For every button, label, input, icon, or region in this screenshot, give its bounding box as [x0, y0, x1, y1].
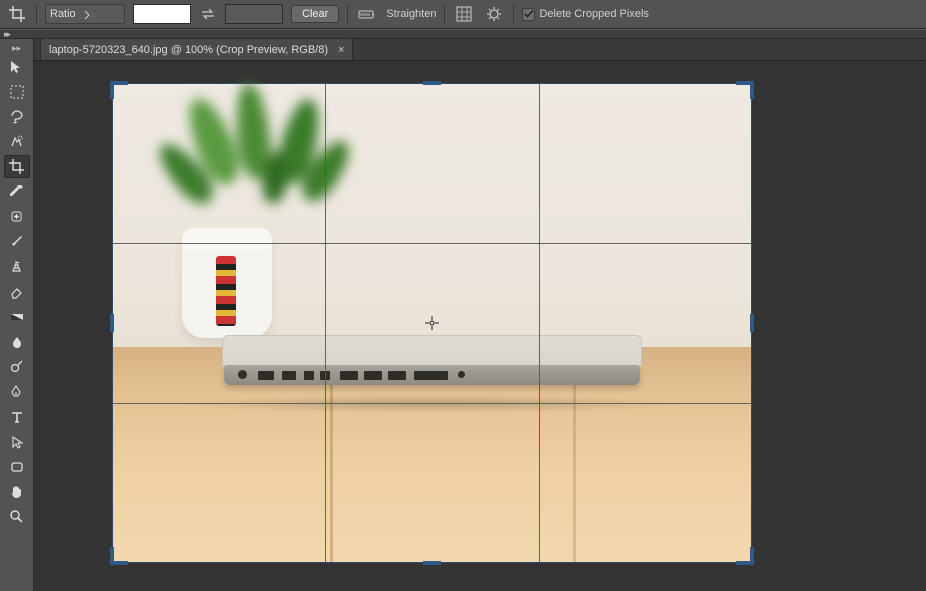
lasso-tool[interactable]	[4, 105, 30, 128]
workspace: ▸▸ laptop-5720323_640.jpg @ 1	[0, 39, 926, 591]
document-tab-bar: laptop-5720323_640.jpg @ 100% (Crop Prev…	[34, 39, 926, 61]
path-select-tool[interactable]	[4, 430, 30, 453]
separator	[444, 4, 445, 24]
pen-tool[interactable]	[4, 380, 30, 403]
marquee-tool[interactable]	[4, 80, 30, 103]
document-tab[interactable]: laptop-5720323_640.jpg @ 100% (Crop Prev…	[40, 38, 353, 60]
straighten-label: Straighten	[386, 8, 436, 20]
image-canvas	[112, 83, 752, 563]
shape-tool[interactable]	[4, 455, 30, 478]
document-tab-title: laptop-5720323_640.jpg @ 100% (Crop Prev…	[49, 44, 328, 56]
crop-width-input[interactable]	[133, 4, 191, 24]
move-tool[interactable]	[4, 55, 30, 78]
separator	[513, 4, 514, 24]
crop-tool-indicator	[6, 3, 28, 25]
clear-button[interactable]: Clear	[291, 5, 339, 23]
separator	[36, 4, 37, 24]
tools-panel: ▸▸	[0, 39, 34, 591]
tools-expand-button[interactable]: ▸▸	[0, 43, 33, 53]
document-area: laptop-5720323_640.jpg @ 100% (Crop Prev…	[34, 39, 926, 591]
separator	[347, 4, 348, 24]
options-bar: Ratio Clear Straighten Delet	[0, 0, 926, 29]
crop-height-input[interactable]	[225, 4, 283, 24]
crop-preset-label: Ratio	[50, 8, 76, 20]
crop-options-button[interactable]	[483, 3, 505, 25]
crop-preset-dropdown[interactable]: Ratio	[45, 4, 125, 24]
blur-tool[interactable]	[4, 330, 30, 353]
app-root: Ratio Clear Straighten Delet	[0, 0, 926, 591]
chevron-down-icon	[82, 7, 96, 21]
straighten-button[interactable]	[356, 3, 378, 25]
quick-select-tool[interactable]	[4, 130, 30, 153]
crop-overlay-options-button[interactable]	[453, 3, 475, 25]
canvas-viewport[interactable]	[34, 61, 926, 591]
eyedropper-tool[interactable]	[4, 180, 30, 203]
delete-cropped-label: Delete Cropped Pixels	[539, 8, 648, 20]
hand-tool[interactable]	[4, 480, 30, 503]
close-icon[interactable]: ×	[338, 44, 344, 56]
gradient-tool[interactable]	[4, 305, 30, 328]
eraser-tool[interactable]	[4, 280, 30, 303]
delete-cropped-checkbox[interactable]: Delete Cropped Pixels	[522, 8, 648, 21]
brush-tool[interactable]	[4, 230, 30, 253]
chevrons-right-icon: ▸▸	[4, 29, 9, 40]
zoom-tool[interactable]	[4, 505, 30, 528]
dodge-tool[interactable]	[4, 355, 30, 378]
healing-brush-tool[interactable]	[4, 205, 30, 228]
checkbox-checked-icon	[522, 8, 535, 21]
type-tool[interactable]	[4, 405, 30, 428]
clone-stamp-tool[interactable]	[4, 255, 30, 278]
crop-tool[interactable]	[4, 155, 30, 178]
swap-dimensions-button[interactable]	[199, 5, 217, 23]
